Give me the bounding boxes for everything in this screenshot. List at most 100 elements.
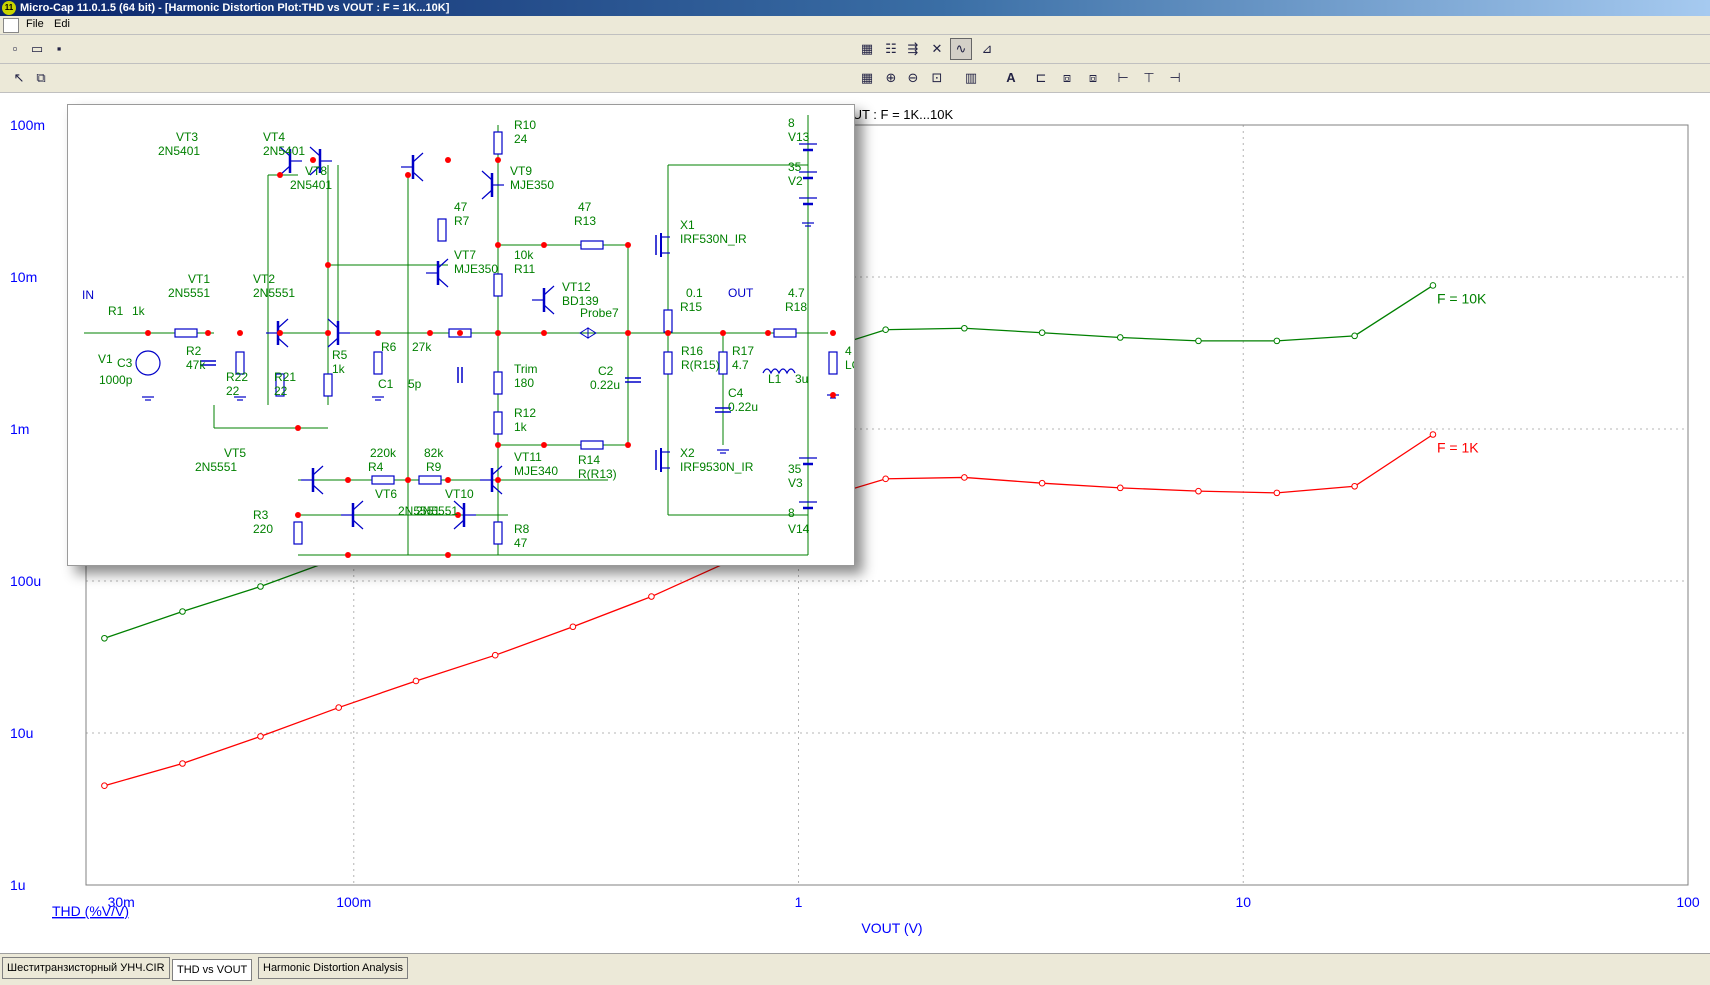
transistor-collector [543,285,555,296]
distribute-icon[interactable]: ⊢ [1112,67,1134,89]
junction-dot [541,242,547,248]
schematic-label: 0.22u [728,400,758,414]
schematic-label: V14 [788,522,810,536]
schematic-label: R12 [514,406,536,420]
flip-icon[interactable]: ⊤ [1138,67,1160,89]
schematic-label: IRF530N_IR [680,232,747,246]
transistor-emitter [453,519,465,530]
schematic-label: 47 [578,200,592,214]
junction-dot [495,330,501,336]
schematic-label: OUT [728,286,754,300]
transistor-collector [327,318,339,329]
probe-label: Probe7 [580,306,619,320]
data-point [1273,489,1281,497]
junction-dot [625,442,631,448]
schematic-label: VT8 [305,164,327,178]
schematic-label: R2 [186,344,202,358]
schematic-label: VT10 [445,487,474,501]
tab-circuit[interactable]: Шеститранзисторный УНЧ.CIR [2,957,170,979]
resistor-symbol [718,351,728,375]
schematic-label: R(R13) [578,467,617,481]
transistor-collector [437,258,449,269]
scope-icon[interactable]: ⊿ [976,38,998,60]
junction-dot [830,392,836,398]
junction-dot [457,330,463,336]
schematic-label: 2N5551 [416,504,458,518]
schematic-label: L1 [768,372,782,386]
schematic-label: 4 [845,344,852,358]
transistor-collector [309,146,321,157]
resistor-symbol [323,373,333,397]
junction-dot [541,330,547,336]
schematic-label: 2N5551 [168,286,210,300]
junction-dot [665,330,671,336]
resistor-symbol [493,131,503,155]
y-tick-label: 10u [10,725,33,741]
rotate-icon[interactable]: ⊣ [1164,67,1186,89]
text-icon[interactable]: A [1000,67,1022,89]
transistor-collector [312,465,324,476]
schematic-label: C2 [598,364,614,378]
transistor-emitter [327,337,339,348]
resistor-symbol [580,240,604,250]
layout-icon[interactable]: ▥ [960,67,982,89]
toolbar-secondary: ↖ ⧉ ▦ ⊕ ⊖ ⊡ ▥ A ⊏ ⧈ ⧈ ⊢ ⊤ ⊣ [0,64,1710,93]
schematic-label: VT4 [263,130,285,144]
schematic-label: 47 [454,200,468,214]
transistor-emitter [277,337,289,348]
schematic-label: R(R15) [681,358,720,372]
x-tick-label: 1 [795,894,803,910]
schematic-label: R13 [574,214,596,228]
resistor-symbol [663,309,673,333]
schematic-label: 4.7 [788,286,805,300]
schematic-label: X1 [680,218,695,232]
open-icon[interactable]: ▭ [26,38,48,60]
align-center-icon[interactable]: ⧈ [1056,67,1078,89]
zoom-in-icon[interactable]: ⊕ [880,67,902,89]
schematic-label: 1k [514,420,528,434]
junction-dot [310,157,316,163]
schematic-label: MJE340 [514,464,558,478]
data-point [1351,332,1358,340]
schematic-canvas[interactable]: VT32N5401VT42N5401VT82N5401VT9MJE350R102… [68,105,916,565]
junction-dot [325,330,331,336]
y-tick-label: 1m [10,421,29,437]
menu-file[interactable]: File [26,18,44,30]
select-icon[interactable]: ↖ [8,67,30,89]
menu-edit[interactable]: Edi [54,18,70,30]
data-point [569,623,577,631]
grid-icon[interactable]: ▦ [856,38,878,60]
zoom-fit-icon[interactable]: ⊡ [926,67,948,89]
tools-icon[interactable]: ✕ [926,38,948,60]
resistor-symbol [493,411,503,435]
component-icon[interactable]: ⧉ [30,67,52,89]
tab-thd-vs-vout[interactable]: THD vs VOUT [172,959,253,981]
align-left-icon[interactable]: ⊏ [1030,67,1052,89]
junction-dot [765,330,771,336]
junction-dot [541,442,547,448]
align-right-icon[interactable]: ⧈ [1082,67,1104,89]
tab-harmonic-analysis[interactable]: Harmonic Distortion Analysis [258,957,408,979]
x-tick-label: 100 [1676,894,1700,910]
schematic-label: VT7 [454,248,476,262]
junction-dot [345,477,351,483]
plot-icon[interactable]: ∿ [950,38,972,60]
new-icon[interactable]: ▫ [4,38,26,60]
schematic-label: R15 [680,300,702,314]
options-icon[interactable]: ☷ [880,38,902,60]
y-tick-label: 100m [10,117,45,133]
zoom-out-icon[interactable]: ⊖ [902,67,924,89]
plot-area[interactable]: THD vs VOUT : F = 1K...10K 30m 100m 1 10 100… [0,93,1710,953]
tokens-icon[interactable]: ▦ [856,67,878,89]
save-icon[interactable]: ▪ [48,38,70,60]
schematic-window[interactable]: VT3 2N5401 VT4 2N5401 VT8 2N5401 VT9 MJE350 R10 2… [67,104,916,566]
transistor-collector [412,152,424,163]
resistor-symbol [663,351,673,375]
schematic-label: R9 [426,460,442,474]
document-icon[interactable] [3,18,19,33]
schematic-label: 5p [408,377,422,391]
properties-icon[interactable]: ⇶ [902,38,924,60]
data-point [412,677,420,685]
schematic-label: 2N5401 [158,144,200,158]
junction-dot [277,172,283,178]
